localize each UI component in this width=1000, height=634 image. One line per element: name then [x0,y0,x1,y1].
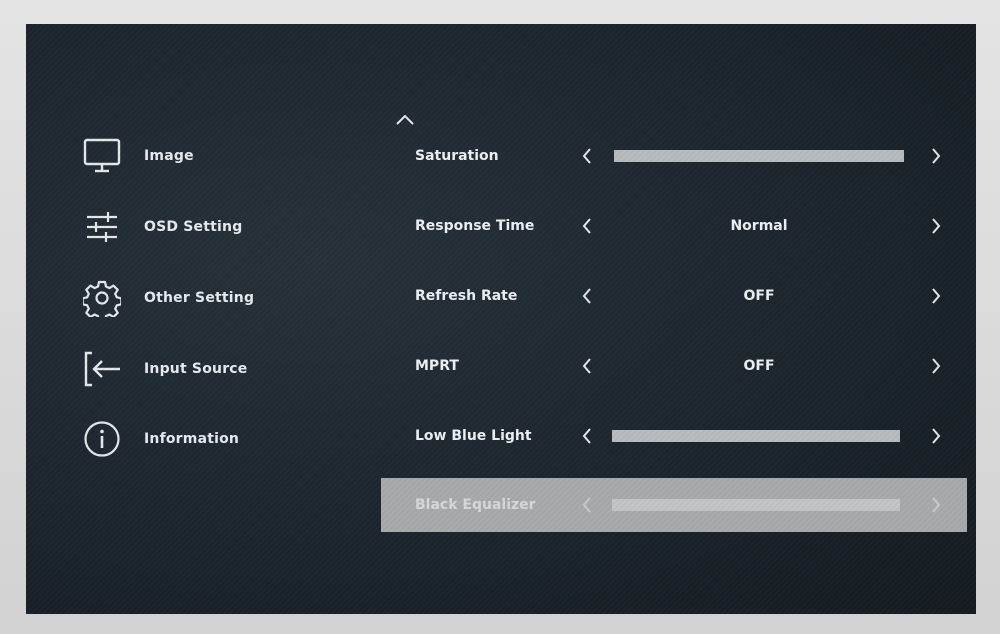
chevron-right-icon[interactable] [926,339,946,393]
sidebar-item-other-setting[interactable]: Other Setting [80,276,340,320]
chevron-right-icon[interactable] [926,409,946,463]
osd-screen: Image OSD Setting Other Setting Input So… [26,24,976,614]
setting-value: OFF [743,288,775,304]
sidebar-item-label: Image [144,148,194,164]
scroll-up-chevron-icon[interactable] [395,112,415,126]
sidebar-item-image[interactable]: Image [80,134,340,178]
setting-label: Low Blue Light [415,428,532,444]
setting-row-mprt[interactable]: MPRT OFF [381,339,967,393]
setting-label: Black Equalizer [415,497,536,513]
black-equalizer-slider[interactable] [612,499,900,511]
saturation-slider[interactable] [614,150,904,162]
sidebar-item-information[interactable]: Information [80,417,340,461]
chevron-right-icon[interactable] [926,269,946,323]
setting-label: Saturation [415,148,499,164]
sidebar-item-label: OSD Setting [144,219,243,235]
sidebar-item-label: Information [144,431,240,447]
sidebar-item-label: Other Setting [144,290,255,306]
gear-icon [80,276,124,320]
slider-fill [612,430,900,442]
chevron-right-icon[interactable] [926,199,946,253]
setting-label: Refresh Rate [415,288,518,304]
setting-label: MPRT [415,358,459,374]
sliders-icon [80,205,124,249]
chevron-right-icon[interactable] [926,129,946,183]
info-icon [80,417,124,461]
input-arrow-icon [80,347,124,391]
setting-row-black-equalizer[interactable]: Black Equalizer [381,478,967,532]
slider-fill [614,150,904,162]
sidebar-item-input-source[interactable]: Input Source [80,347,340,391]
sidebar-item-osd-setting[interactable]: OSD Setting [80,205,340,249]
slider-fill [612,499,900,511]
setting-value: OFF [743,358,775,374]
setting-row-refresh-rate[interactable]: Refresh Rate OFF [381,269,967,323]
chevron-left-icon[interactable] [577,478,597,532]
chevron-left-icon[interactable] [577,409,597,463]
setting-row-response-time[interactable]: Response Time Normal [381,199,967,253]
monitor-icon [80,134,124,178]
sidebar-item-label: Input Source [144,361,248,377]
chevron-left-icon[interactable] [577,339,597,393]
chevron-right-icon[interactable] [926,478,946,532]
chevron-left-icon[interactable] [577,129,597,183]
setting-row-saturation[interactable]: Saturation [381,129,967,183]
low-blue-light-slider[interactable] [612,430,900,442]
setting-value: Normal [730,218,788,234]
setting-label: Response Time [415,218,535,234]
chevron-left-icon[interactable] [577,199,597,253]
setting-row-low-blue-light[interactable]: Low Blue Light [381,409,967,463]
chevron-left-icon[interactable] [577,269,597,323]
